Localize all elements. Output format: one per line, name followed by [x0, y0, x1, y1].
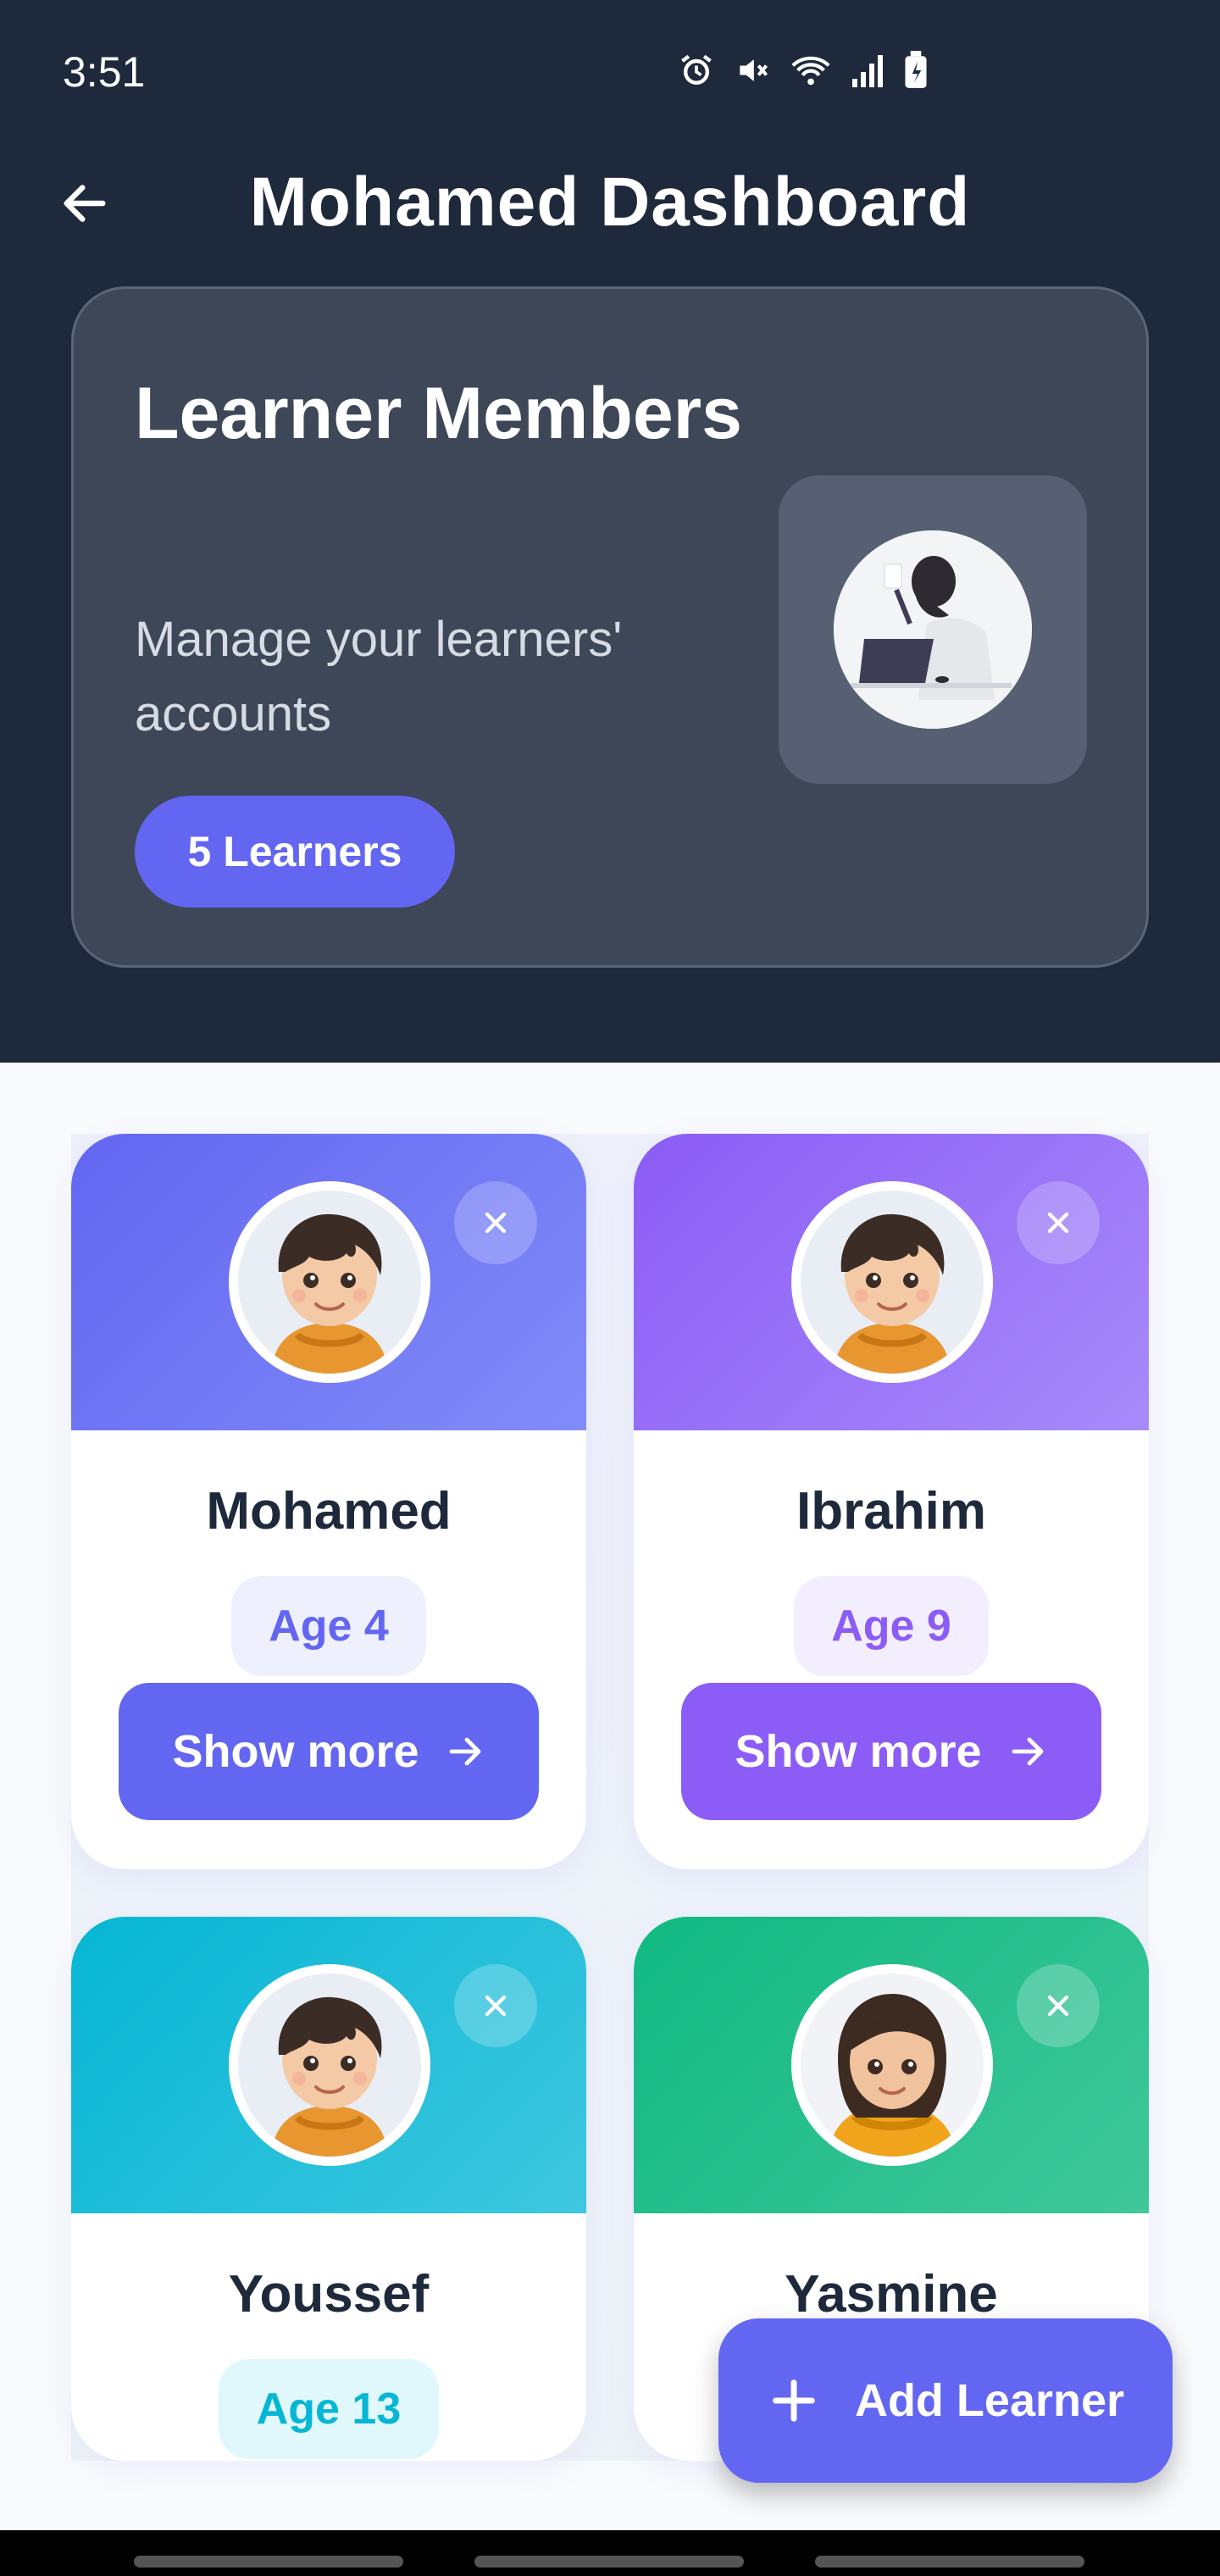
show-more-button[interactable]: Show more [119, 1683, 539, 1820]
remove-learner-button[interactable] [454, 1181, 537, 1264]
wifi-icon [790, 52, 832, 93]
age-badge: Age 13 [219, 2359, 439, 2459]
arrow-right-icon [449, 1737, 480, 1766]
avatar [791, 1181, 993, 1383]
show-more-label: Show more [735, 1726, 982, 1777]
plus-icon [773, 2379, 815, 2422]
status-time: 3:51 [63, 48, 146, 96]
battery-icon [903, 51, 929, 94]
hero-title: Learner Members [135, 373, 742, 454]
learner-card: Mohamed Age 4 Show more [71, 1134, 586, 1869]
learner-name: Youssef [228, 2265, 430, 2323]
add-learner-label: Add Learner [854, 2375, 1125, 2426]
close-icon [1047, 1995, 1069, 2017]
hero-subtitle: Manage your learners' accounts [135, 612, 623, 741]
remove-learner-button[interactable] [1017, 1181, 1100, 1264]
avatar [229, 1964, 430, 2166]
close-icon [485, 1212, 507, 1234]
avatar [791, 1964, 993, 2166]
nav-handle [815, 2556, 1084, 2568]
age-badge: Age 4 [231, 1576, 426, 1676]
signal-icon [851, 52, 884, 93]
add-learner-button[interactable]: Add Learner [718, 2318, 1173, 2483]
age-badge: Age 9 [794, 1576, 989, 1676]
close-icon [1047, 1212, 1069, 1234]
learner-card: Youssef Age 13 Show more [71, 1917, 586, 2461]
status-icons [678, 51, 929, 94]
nav-handle [474, 2556, 744, 2568]
nav-handle [134, 2556, 403, 2568]
learner-count-badge: 5 Learners [135, 796, 455, 908]
show-more-label: Show more [172, 1726, 419, 1777]
status-bar: 3:51 [0, 0, 1220, 144]
learner-card: Ibrahim Age 9 Show more [634, 1134, 1149, 1869]
remove-learner-button[interactable] [454, 1964, 537, 2047]
alarm-icon [678, 52, 715, 93]
learner-name: Mohamed [206, 1482, 452, 1541]
arrow-right-icon [1012, 1737, 1043, 1766]
dashboard-header: 3:51 Mohamed Dashboard Learner Members M… [0, 0, 1220, 1063]
mute-icon [734, 52, 771, 93]
system-nav-bar [0, 2530, 1220, 2576]
page-title: Mohamed Dashboard [249, 164, 971, 241]
show-more-button[interactable]: Show more [681, 1683, 1101, 1820]
close-icon [485, 1995, 507, 2017]
learner-name: Ibrahim [796, 1482, 986, 1541]
learner-members-card: Learner Members Manage your learners' ac… [71, 286, 1149, 968]
avatar [229, 1181, 430, 1383]
learner-name: Yasmine [785, 2265, 998, 2323]
top-app-bar: Mohamed Dashboard [0, 144, 1220, 263]
remove-learner-button[interactable] [1017, 1964, 1100, 2047]
hero-illustration [779, 475, 1087, 784]
person-laptop-illustration [834, 530, 1032, 729]
